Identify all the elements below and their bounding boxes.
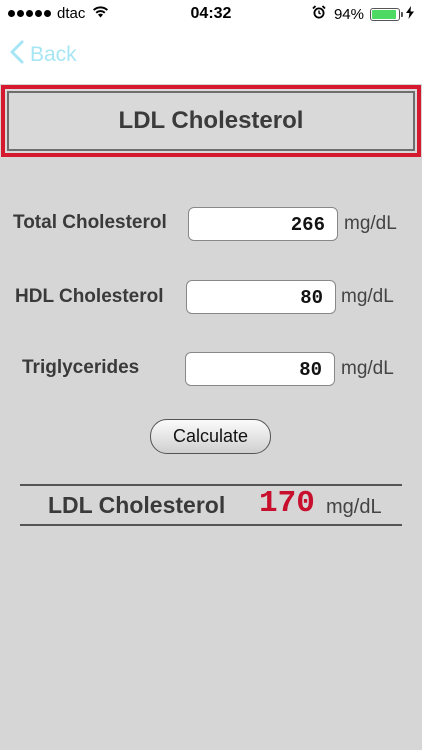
hdl-cholesterol-label: HDL Cholesterol (15, 286, 164, 307)
calculate-button[interactable]: Calculate (150, 419, 271, 454)
total-cholesterol-label: Total Cholesterol (13, 212, 167, 233)
result-unit: mg/dL (326, 496, 382, 518)
page-title: LDL Cholesterol (118, 107, 304, 134)
back-label: Back (30, 42, 77, 66)
total-cholesterol-unit: mg/dL (344, 213, 397, 234)
status-right: 94% (312, 5, 414, 23)
title-box: LDL Cholesterol (1, 85, 421, 157)
total-cholesterol-input[interactable]: 266 (188, 207, 338, 241)
top-bar: dtac 04:32 94% Back (0, 0, 422, 84)
alarm-icon (312, 5, 326, 23)
chevron-left-icon (10, 40, 24, 69)
result-label: LDL Cholesterol (48, 492, 226, 518)
battery-percent: 94% (333, 5, 364, 23)
result-divider-bottom (20, 524, 402, 526)
charging-icon (406, 5, 414, 23)
triglycerides-input[interactable]: 80 (185, 352, 335, 386)
hdl-cholesterol-unit: mg/dL (341, 286, 394, 307)
result-value: 170 (259, 486, 315, 521)
result-panel: LDL Cholesterol 170 mg/dL (20, 484, 402, 526)
back-button[interactable]: Back (10, 40, 77, 69)
battery-icon (370, 7, 403, 21)
hdl-cholesterol-input[interactable]: 80 (186, 280, 336, 314)
result-divider-top (20, 484, 402, 486)
triglycerides-label: Triglycerides (22, 357, 140, 378)
triglycerides-unit: mg/dL (341, 358, 394, 379)
status-bar: dtac 04:32 94% (0, 0, 422, 28)
